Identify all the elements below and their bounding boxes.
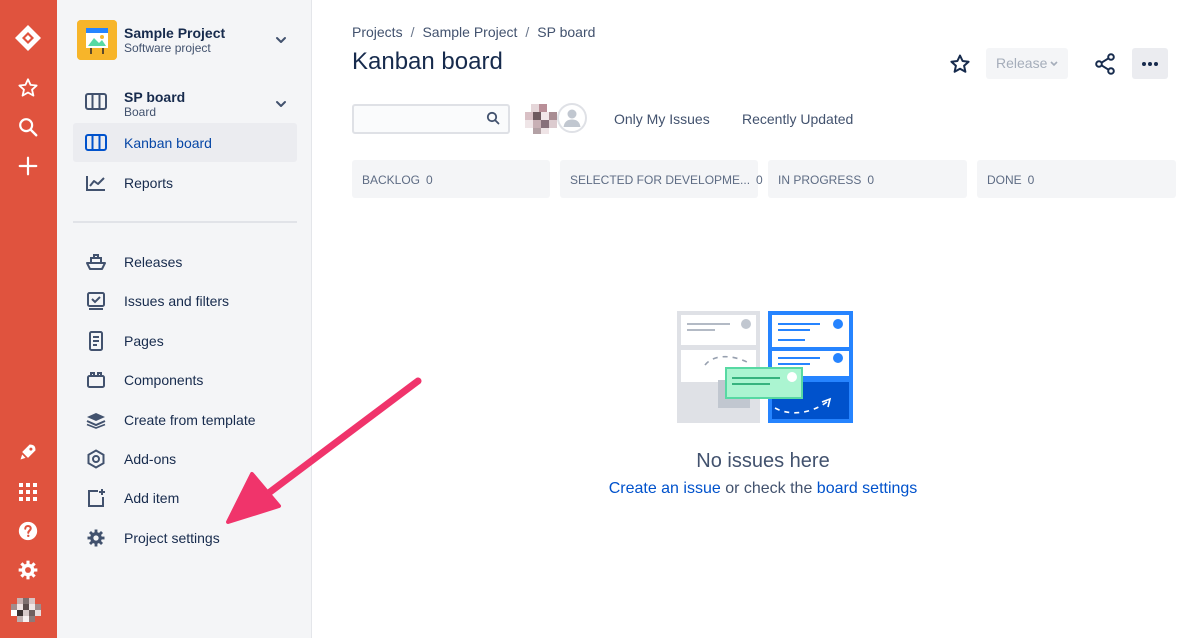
column-name: SELECTED FOR DEVELOPME... [570, 173, 751, 187]
share-icon[interactable] [1093, 52, 1117, 76]
quick-filter-recently-updated[interactable]: Recently Updated [742, 111, 853, 127]
column-count: 0 [867, 173, 875, 187]
sidebar-divider [73, 221, 297, 223]
gear-icon [85, 527, 107, 549]
sidebar-item-kanban-board[interactable]: Kanban board [73, 123, 297, 162]
release-button[interactable]: Release [986, 48, 1068, 79]
sidebar-item-add-ons[interactable]: Add-ons [73, 439, 297, 478]
help-icon[interactable] [8, 515, 48, 547]
sidebar-item-add-item[interactable]: Add item [73, 478, 297, 517]
breadcrumb-sp-board[interactable]: SP board [537, 24, 595, 40]
hexagon-icon [85, 448, 107, 470]
board-switcher[interactable]: SP board Board [73, 83, 297, 123]
sidebar-item-project-settings[interactable]: Project settings [73, 518, 297, 557]
board-settings-link[interactable]: board settings [817, 480, 918, 497]
board-icon [85, 92, 107, 117]
quick-filter-only-my-issues[interactable]: Only My Issues [614, 111, 710, 127]
sidebar-item-label: Add item [124, 490, 180, 506]
breadcrumb-projects[interactable]: Projects [352, 24, 403, 40]
sidebar-item-reports[interactable]: Reports [73, 163, 297, 202]
sidebar-item-releases[interactable]: Releases [73, 242, 297, 281]
project-sidebar: Sample Project Software project SP board… [57, 0, 312, 638]
column-name: BACKLOG [362, 173, 421, 187]
star-icon[interactable] [8, 72, 48, 104]
gear-icon[interactable] [8, 554, 48, 586]
sidebar-item-label: Kanban board [124, 135, 212, 151]
chevron-down-icon [1050, 61, 1058, 67]
column-header: BACKLOG 0 [352, 160, 550, 198]
column-name: DONE [987, 173, 1022, 187]
sidebar-item-components[interactable]: Components [73, 360, 297, 399]
empty-state-middle-text: or check the [720, 480, 817, 497]
empty-board-illustration [675, 310, 855, 430]
chart-icon [85, 172, 107, 194]
column-count: 0 [426, 173, 433, 187]
more-icon [1142, 61, 1158, 66]
board-type: Board [124, 105, 157, 119]
jira-logo-icon[interactable] [8, 22, 48, 54]
filter-icon [85, 290, 107, 312]
main-content: Projects / Sample Project / SP board Kan… [313, 0, 1200, 638]
more-actions-button[interactable] [1132, 48, 1168, 79]
layers-icon [85, 409, 107, 431]
ship-icon [85, 251, 107, 273]
sidebar-item-label: Pages [124, 333, 164, 349]
add-item-icon [85, 487, 107, 509]
breadcrumb-sample-project[interactable]: Sample Project [422, 24, 517, 40]
sidebar-item-label: Reports [124, 175, 174, 191]
page-icon [85, 330, 107, 352]
column-header: IN PROGRESS 0 [768, 160, 967, 198]
column-name: IN PROGRESS [778, 173, 862, 187]
sidebar-item-create-from-template[interactable]: Create from template [73, 400, 297, 439]
column-header: DONE 0 [977, 160, 1176, 198]
breadcrumb: Projects / Sample Project / SP board [352, 24, 595, 40]
project-type: Software project [124, 41, 211, 55]
empty-state-message: Create an issue or check the board setti… [313, 480, 1200, 498]
plus-icon[interactable] [8, 150, 48, 182]
project-avatar [77, 20, 117, 60]
create-issue-link[interactable]: Create an issue [609, 480, 721, 497]
global-nav [0, 0, 57, 638]
chevron-down-icon [276, 101, 286, 107]
breadcrumb-separator: / [410, 24, 415, 40]
component-icon [85, 369, 107, 391]
user-avatar[interactable] [11, 596, 41, 624]
search-icon [486, 111, 500, 125]
app-switcher-icon[interactable] [8, 476, 48, 508]
project-switcher[interactable]: Sample Project Software project [77, 20, 297, 60]
sidebar-item-issues-and-filters[interactable]: Issues and filters [73, 281, 297, 320]
board-icon [85, 132, 107, 154]
breadcrumb-separator: / [525, 24, 530, 40]
sidebar-item-label: Components [124, 372, 204, 388]
empty-state-title: No issues here [696, 450, 830, 472]
sidebar-item-pages[interactable]: Pages [73, 321, 297, 360]
sidebar-item-label: Issues and filters [124, 293, 230, 309]
sidebar-item-label: Releases [124, 254, 183, 270]
sidebar-item-label: Create from template [124, 412, 256, 428]
star-icon[interactable] [948, 52, 972, 76]
column-count: 0 [1027, 173, 1035, 187]
column-count: 0 [756, 173, 763, 187]
release-button-label: Release [996, 55, 1048, 71]
rocket-icon[interactable] [8, 436, 48, 468]
page-title: Kanban board [352, 48, 503, 75]
column-header: SELECTED FOR DEVELOPME... 0 [560, 160, 763, 198]
chevron-down-icon [276, 37, 286, 43]
search-icon[interactable] [8, 111, 48, 143]
app-root: Sample Project Software project SP board… [0, 0, 1200, 638]
sidebar-item-label: Project settings [124, 530, 220, 546]
project-name: Sample Project [124, 25, 226, 41]
board-name: SP board [124, 89, 186, 105]
assignee-avatars[interactable] [523, 100, 589, 136]
sidebar-item-label: Add-ons [124, 451, 177, 467]
